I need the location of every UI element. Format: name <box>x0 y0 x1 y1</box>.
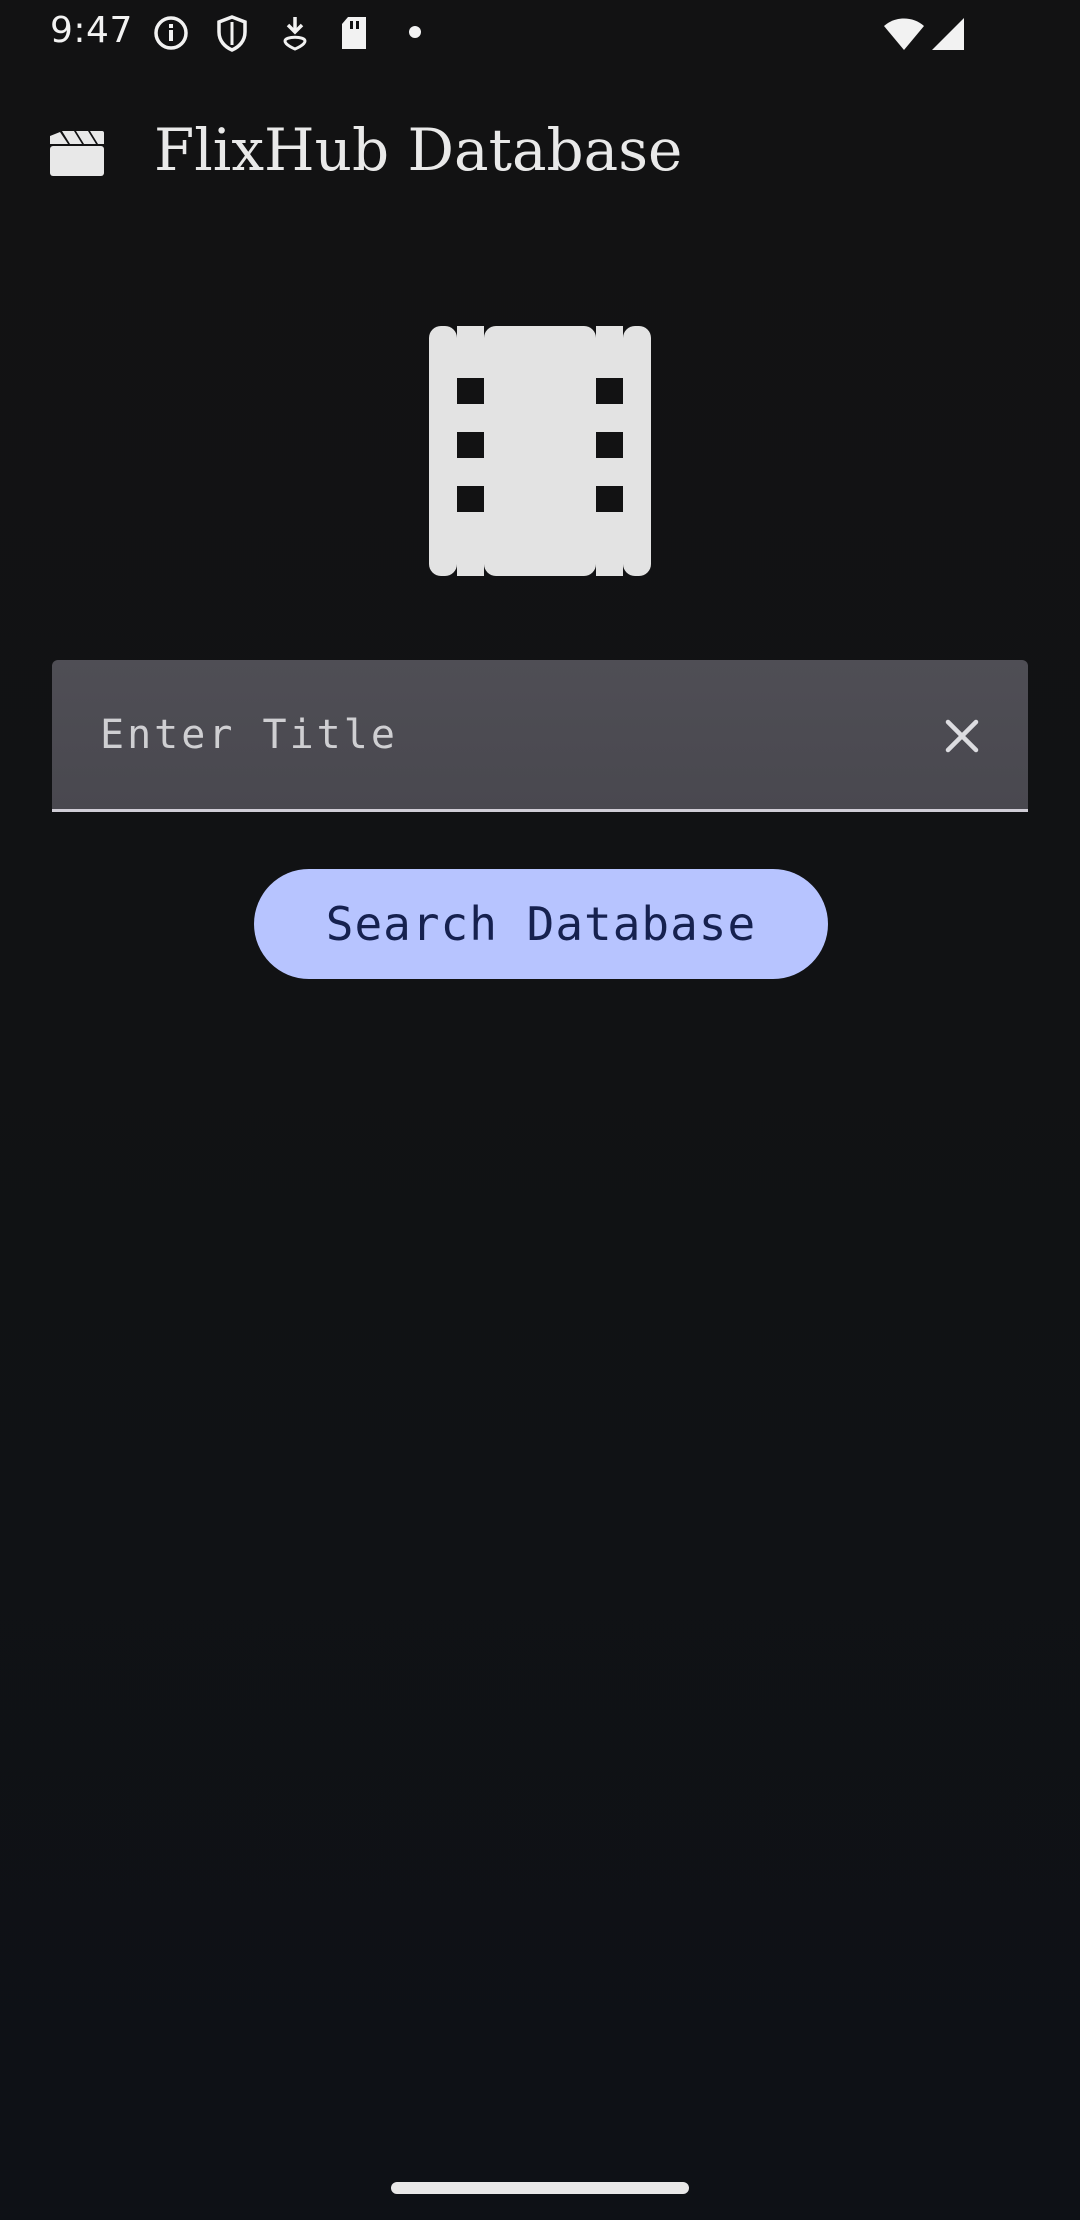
download-icon <box>278 14 312 52</box>
status-time: 9:47 <box>50 10 133 51</box>
clapperboard-icon <box>48 130 106 182</box>
shield-icon <box>214 14 250 52</box>
title-field[interactable] <box>52 660 1028 812</box>
search-database-button[interactable]: Search Database <box>254 869 828 979</box>
wifi-icon <box>882 16 926 52</box>
app-title: FlixHub Database <box>154 116 683 184</box>
notification-dot-icon <box>407 24 423 40</box>
close-icon <box>942 716 982 760</box>
status-bar: 9:47 <box>0 0 1080 66</box>
film-strip-icon <box>429 326 651 580</box>
cellular-signal-icon <box>930 16 966 52</box>
info-icon <box>152 14 190 52</box>
gesture-navigation-bar[interactable] <box>391 2182 689 2194</box>
title-input[interactable] <box>100 700 920 770</box>
clear-button[interactable] <box>934 710 990 766</box>
search-button-label: Search Database <box>325 897 757 951</box>
sd-card-icon <box>338 14 370 52</box>
app-bar: FlixHub Database <box>0 100 1080 210</box>
